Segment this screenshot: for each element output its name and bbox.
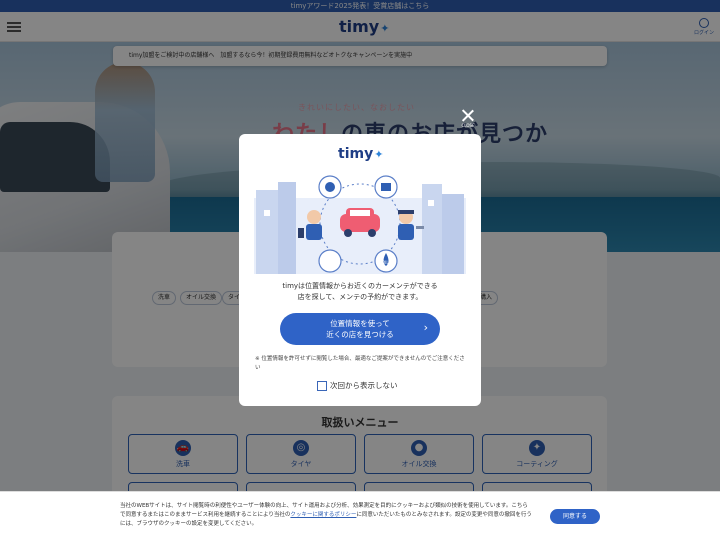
cookie-policy-link[interactable]: クッキーに関するポリシー xyxy=(290,512,356,518)
checkbox-icon[interactable] xyxy=(317,381,327,391)
chevron-right-icon: › xyxy=(423,321,428,334)
modal-description-line2: 店を探して、メンテの予約ができます。 xyxy=(297,293,423,301)
cookie-text: 当社のWEBサイトは、サイト閲覧時の利便性やユーザー体験の向上、サイト運用および… xyxy=(120,502,532,529)
location-modal: timy✦ OIL timyは位置情報からお近くのカーメンテができる 店を探して… xyxy=(239,134,481,406)
modal-timy-logo: timy✦ xyxy=(338,146,384,162)
location-note: ※ 位置情報を許可せずに閲覧した場合、最適なご提案ができませんのでご注意ください xyxy=(255,356,465,371)
modal-description: timyは位置情報からお近くのカーメンテができる 店を探して、メンテの予約ができ… xyxy=(259,281,461,303)
use-location-button[interactable]: 位置情報を使って 近くの店を見つける › xyxy=(280,313,440,345)
close-label: CLOSE xyxy=(461,123,475,128)
dont-show-again-checkbox[interactable]: 次回から表示しない xyxy=(317,380,398,391)
illustration-oil-label: OIL xyxy=(382,260,389,265)
cta-line1: 位置情報を使って xyxy=(330,319,390,328)
cookie-banner: 当社のWEBサイトは、サイト閲覧時の利便性やユーザー体験の向上、サイト運用および… xyxy=(0,491,720,540)
close-button[interactable]: CLOSE xyxy=(459,108,477,128)
logo-spark-icon: ✦ xyxy=(374,148,384,161)
dont-show-label: 次回から表示しない xyxy=(330,381,398,390)
cta-line2: 近くの店を見つける xyxy=(326,330,394,339)
agree-button[interactable]: 同意する xyxy=(550,509,600,524)
location-illustration: OIL xyxy=(254,175,466,274)
modal-description-line1: timyは位置情報からお近くのカーメンテができる xyxy=(282,282,438,290)
